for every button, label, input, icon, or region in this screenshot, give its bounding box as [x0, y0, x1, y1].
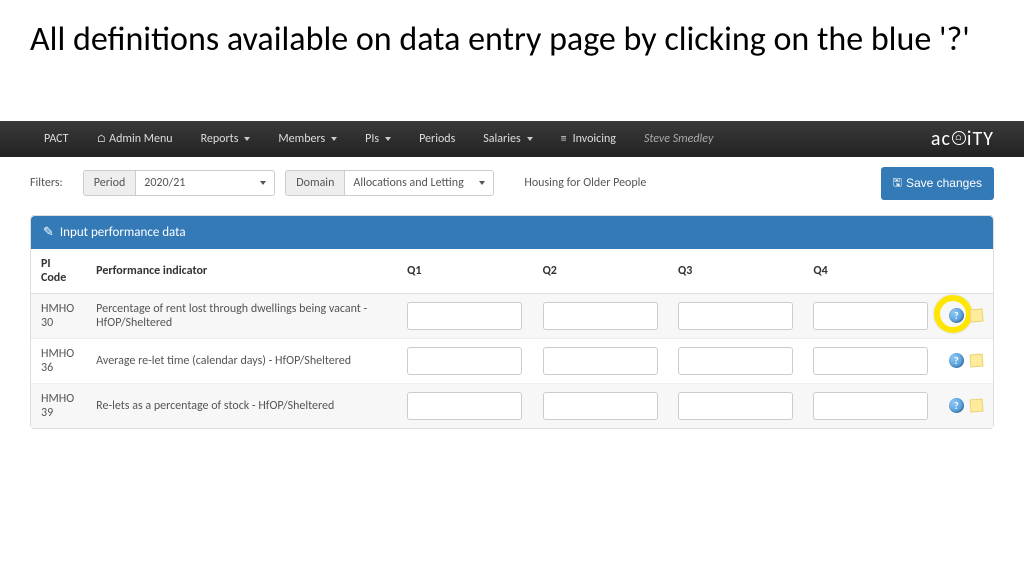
chevron-down-icon: [260, 181, 266, 185]
edit-icon: [43, 225, 54, 240]
cell-indicator: Average re-let time (calendar days) - Hf…: [86, 338, 397, 383]
data-entry-panel: Input performance data PI Code Performan…: [30, 215, 994, 429]
cell-indicator: Percentage of rent lost through dwelling…: [86, 293, 397, 338]
save-icon: [893, 174, 902, 193]
nav-reports[interactable]: Reports: [187, 132, 265, 146]
domain-label: Domain: [285, 170, 344, 196]
chevron-down-icon: [479, 181, 485, 185]
q4-input[interactable]: [813, 392, 928, 420]
domain-select[interactable]: Allocations and Letting: [344, 170, 494, 196]
cell-indicator: Re-lets as a percentage of stock - HfOP/…: [86, 383, 397, 428]
save-changes-button[interactable]: Save changes: [881, 167, 994, 200]
brand-logo: ac⌂iTY: [931, 127, 994, 151]
table-row: HMHO 39 Re-lets as a percentage of stock…: [31, 383, 993, 428]
nav-user[interactable]: Steve Smedley: [630, 132, 727, 146]
chevron-down-icon: [385, 137, 391, 141]
slide-title: All definitions available on data entry …: [0, 0, 1024, 71]
period-filter: Period 2020/21: [83, 170, 276, 196]
domain-filter: Domain Allocations and Letting: [285, 170, 494, 196]
nav-members[interactable]: Members: [264, 132, 351, 146]
performance-table: PI Code Performance indicator Q1 Q2 Q3 Q…: [31, 249, 993, 428]
list-icon: [561, 132, 570, 146]
help-icon[interactable]: ?: [949, 353, 964, 368]
table-row: HMHO 36 Average re-let time (calendar da…: [31, 338, 993, 383]
q1-input[interactable]: [407, 392, 522, 420]
cell-code: HMHO 39: [31, 383, 86, 428]
nav-periods[interactable]: Periods: [405, 132, 469, 146]
nav-admin-menu[interactable]: ⌂Admin Menu: [82, 132, 186, 146]
col-q3: Q3: [668, 249, 803, 294]
nav-brand[interactable]: PACT: [30, 132, 82, 146]
q3-input[interactable]: [678, 347, 793, 375]
table-row: HMHO 30 Percentage of rent lost through …: [31, 293, 993, 338]
note-icon[interactable]: [969, 354, 983, 368]
col-q1: Q1: [397, 249, 532, 294]
help-icon[interactable]: ?: [949, 398, 964, 413]
nav-pis[interactable]: PIs: [351, 132, 405, 146]
cell-code: HMHO 30: [31, 293, 86, 338]
q1-input[interactable]: [407, 347, 522, 375]
chevron-down-icon: [331, 137, 337, 141]
panel-heading: Input performance data: [31, 216, 993, 249]
q2-input[interactable]: [543, 347, 658, 375]
q1-input[interactable]: [407, 302, 522, 330]
chevron-down-icon: [527, 137, 533, 141]
top-navbar: PACT ⌂Admin Menu Reports Members PIs Per…: [0, 121, 1024, 157]
note-icon[interactable]: [969, 399, 983, 413]
cell-code: HMHO 36: [31, 338, 86, 383]
period-label: Period: [83, 170, 136, 196]
note-icon[interactable]: [969, 309, 983, 323]
q3-input[interactable]: [678, 392, 793, 420]
filters-label: Filters:: [30, 176, 63, 190]
chevron-down-icon: [244, 137, 250, 141]
col-pi-code: PI Code: [31, 249, 86, 294]
q4-input[interactable]: [813, 302, 928, 330]
context-label: Housing for Older People: [524, 176, 646, 190]
q2-input[interactable]: [543, 392, 658, 420]
nav-salaries[interactable]: Salaries: [469, 132, 546, 146]
home-icon: ⌂: [96, 132, 106, 145]
q2-input[interactable]: [543, 302, 658, 330]
filters-bar: Filters: Period 2020/21 Domain Allocatio…: [0, 157, 1024, 210]
q3-input[interactable]: [678, 302, 793, 330]
col-q2: Q2: [533, 249, 668, 294]
help-icon[interactable]: ?: [949, 308, 964, 323]
nav-invoicing[interactable]: Invoicing: [547, 132, 630, 146]
period-select[interactable]: 2020/21: [135, 170, 275, 196]
col-indicator: Performance indicator: [86, 249, 397, 294]
q4-input[interactable]: [813, 347, 928, 375]
col-q4: Q4: [803, 249, 938, 294]
